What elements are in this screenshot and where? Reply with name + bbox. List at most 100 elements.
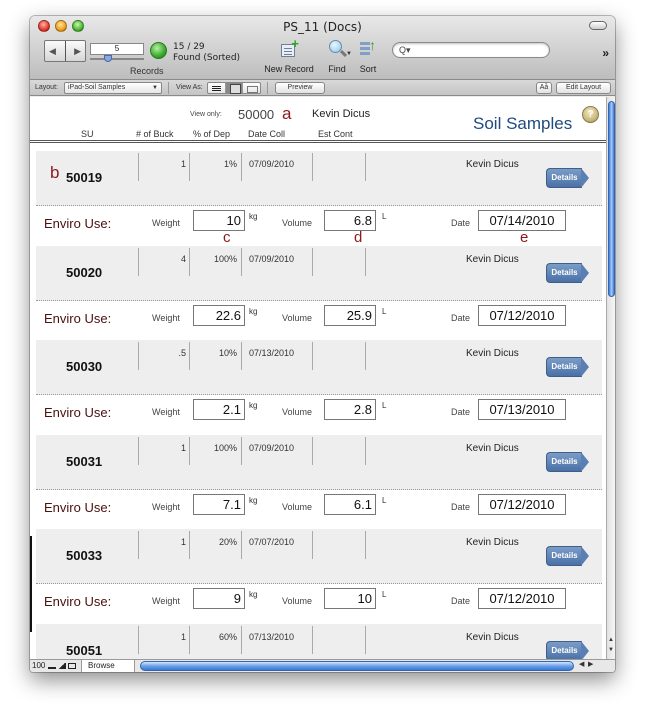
details-button[interactable]: Details: [546, 262, 589, 283]
record-slider-thumb[interactable]: [104, 55, 112, 62]
column-divider: [365, 436, 366, 465]
column-header-buckets: # of Buck: [136, 129, 174, 139]
help-icon[interactable]: ?: [582, 106, 599, 123]
horizontal-scroll-thumb[interactable]: [140, 661, 574, 671]
record-slider[interactable]: [90, 55, 144, 62]
column-divider: [365, 342, 366, 370]
view-as-table-button[interactable]: [243, 83, 260, 93]
toolbar-overflow-icon[interactable]: »: [602, 46, 609, 60]
preview-button[interactable]: Preview: [275, 82, 325, 94]
arrow-right-icon: [581, 357, 589, 377]
details-button[interactable]: Details: [546, 451, 589, 472]
date-input[interactable]: 07/12/2010: [478, 493, 566, 515]
zoom-out-icon[interactable]: [48, 663, 56, 669]
next-record-icon[interactable]: ▶: [74, 46, 81, 57]
date-input[interactable]: 07/12/2010: [478, 588, 566, 609]
vertical-scrollbar[interactable]: ▲ ▼: [606, 97, 615, 659]
chevron-down-icon: ▼: [152, 85, 158, 91]
volume-input[interactable]: 6.8: [324, 210, 376, 231]
column-divider: [241, 436, 242, 465]
column-divider: [312, 625, 313, 654]
weight-unit: kg: [249, 401, 258, 410]
date-input[interactable]: 07/12/2010: [478, 304, 566, 326]
edit-layout-button[interactable]: Edit Layout: [556, 82, 611, 94]
pct-dep-value: 60%: [218, 631, 237, 642]
details-label: Details: [546, 357, 582, 377]
find-button[interactable]: ▼ Find: [322, 38, 352, 74]
volume-input[interactable]: 6.1: [324, 493, 376, 515]
scroll-left-icon[interactable]: ◀: [579, 660, 584, 668]
view-as-form-button[interactable]: [225, 83, 244, 94]
enviro-use-label: Enviro Use:: [44, 405, 112, 420]
view-as-segmented: [207, 82, 261, 94]
weight-input[interactable]: 9: [193, 588, 245, 609]
column-divider: [312, 436, 313, 465]
column-divider: [241, 625, 242, 654]
column-divider: [312, 342, 313, 370]
date-coll-value: 07/09/2010: [249, 442, 295, 453]
prev-record-icon[interactable]: ◀: [49, 46, 56, 57]
person-value: Kevin Dicus: [466, 442, 519, 454]
date-input[interactable]: 07/14/2010: [478, 210, 566, 231]
toolbar-toggle-button[interactable]: [589, 21, 607, 30]
enviro-use-section: Enviro Use: Weight 7.1 kg Volume 6.1 L D…: [36, 491, 602, 529]
vertical-scroll-thumb[interactable]: [608, 101, 615, 297]
arrow-right-icon: [581, 262, 589, 283]
column-header-date-coll: Date Coll: [248, 129, 286, 139]
volume-input[interactable]: 25.9: [324, 304, 376, 326]
date-input[interactable]: 07/13/2010: [478, 399, 566, 420]
new-record-button[interactable]: + New Record: [264, 37, 314, 74]
volume-input[interactable]: 2.8: [324, 399, 376, 420]
scroll-right-icon[interactable]: ▶: [588, 660, 593, 668]
details-button[interactable]: Details: [546, 640, 589, 659]
sort-button[interactable]: ↑ Sort: [356, 37, 380, 74]
buckets-value: 1: [180, 159, 186, 169]
search-icon[interactable]: Q▾: [399, 45, 411, 55]
toolbar: PS_11 (Docs) ◀ ▶ 5 Records 15 / 29 Found…: [30, 16, 615, 80]
details-button[interactable]: Details: [546, 168, 589, 188]
date-coll-value: 07/13/2010: [249, 348, 295, 358]
column-divider: [241, 153, 242, 181]
status-bar: 100 Browse ◀ ▶: [30, 659, 615, 672]
found-set-pie-icon[interactable]: [150, 42, 167, 59]
view-as-list-button[interactable]: [208, 83, 226, 93]
zoom-level[interactable]: 100: [32, 661, 45, 670]
volume-unit: L: [382, 306, 387, 316]
form-content: View only: 50000 a Kevin Dicus SU # of B…: [30, 97, 606, 659]
weight-input[interactable]: 7.1: [193, 493, 245, 515]
annotation-a: a: [282, 104, 292, 123]
zoom-in-icon[interactable]: [58, 663, 66, 669]
toggle-status-area-icon[interactable]: [68, 663, 76, 669]
record-navigator-book[interactable]: ◀ ▶: [44, 40, 86, 62]
view-only-label: View only:: [190, 111, 222, 118]
column-divider: [138, 247, 139, 276]
font-size-button[interactable]: Aå: [536, 82, 552, 94]
details-label: Details: [546, 168, 582, 188]
enviro-use-label: Enviro Use:: [44, 310, 112, 326]
header-person: Kevin Dicus: [312, 108, 371, 120]
column-divider: [365, 531, 366, 559]
mode-indicator[interactable]: Browse: [81, 660, 135, 672]
found-count: 15 / 29: [173, 42, 205, 52]
layout-select[interactable]: iPad-Soil Samples ▼: [64, 82, 162, 94]
column-divider: [241, 531, 242, 559]
arrow-right-icon: [581, 451, 589, 472]
scroll-up-icon[interactable]: ▲: [608, 637, 614, 643]
enviro-use-section: Enviro Use: Weight 2.1 kg Volume 2.8 L D…: [36, 396, 602, 434]
weight-input[interactable]: 10: [193, 210, 245, 231]
quick-find-input[interactable]: Q▾: [392, 42, 550, 58]
window-title: PS_11 (Docs): [283, 20, 362, 34]
weight-input[interactable]: 2.1: [193, 399, 245, 420]
list-header: View only: 50000 a Kevin Dicus SU # of B…: [30, 97, 606, 143]
column-header-su: SU: [81, 129, 94, 139]
weight-input[interactable]: 22.6: [193, 304, 245, 326]
column-divider: [189, 153, 190, 181]
column-divider: [189, 247, 190, 276]
record-row: 50030 .5 10% 07/13/2010 Kevin Dicus Deta…: [36, 340, 602, 434]
scroll-down-icon[interactable]: ▼: [608, 647, 614, 653]
volume-input[interactable]: 10: [324, 588, 376, 609]
current-record-input[interactable]: 5: [90, 43, 144, 55]
arrow-right-icon: [581, 546, 589, 566]
details-button[interactable]: Details: [546, 357, 589, 377]
details-button[interactable]: Details: [546, 546, 589, 566]
